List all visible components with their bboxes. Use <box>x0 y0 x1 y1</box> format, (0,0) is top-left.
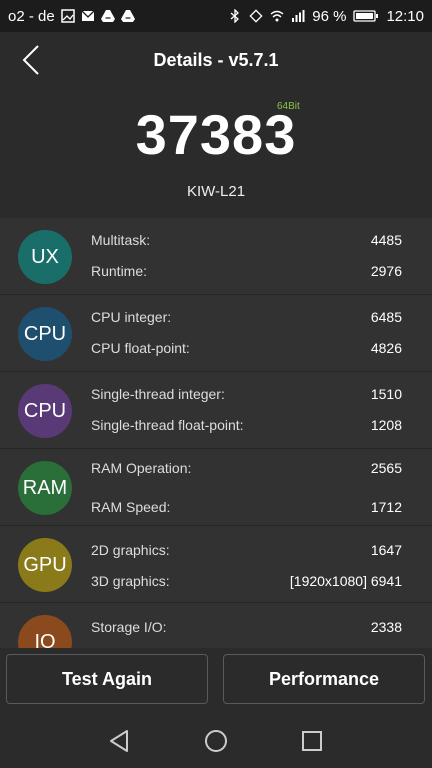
carrier-label: o2 - de <box>8 7 55 25</box>
ux-badge-icon: UX <box>18 230 72 284</box>
metric-value: 1712 <box>370 499 402 515</box>
metric-value: 2565 <box>370 460 402 476</box>
recents-nav-icon[interactable] <box>299 728 325 754</box>
category-row-io[interactable]: IO Storage I/O: 2338 <box>0 603 432 648</box>
metric-label: RAM Speed: <box>91 499 171 515</box>
cpu-single-badge-icon: CPU <box>18 384 72 438</box>
bluetooth-icon <box>230 9 240 23</box>
metric-label: RAM Operation: <box>91 460 192 476</box>
image-icon <box>60 9 75 23</box>
metric-value: 2976 <box>370 263 402 279</box>
metric-value: 1510 <box>370 386 402 402</box>
io-badge-icon: IO <box>18 615 72 648</box>
bit-badge: 64Bit <box>277 101 300 112</box>
metric-label: Single-thread integer: <box>91 386 225 402</box>
rotate-icon <box>249 9 263 23</box>
home-nav-icon[interactable] <box>203 728 229 754</box>
metric-label: Single-thread float-point: <box>91 417 244 433</box>
metric-label: 3D graphics: <box>91 573 170 589</box>
signal-icon <box>292 10 305 22</box>
metric-label: Storage I/O: <box>91 619 167 635</box>
score-panel: 37383 64Bit KIW-L21 <box>0 88 432 218</box>
header: Details - v5.7.1 <box>0 32 432 88</box>
metric-value: [1920x1080] 6941 <box>289 573 402 589</box>
drive-icon <box>100 10 115 22</box>
metric-label: CPU integer: <box>91 309 172 325</box>
battery-percent: 96 % <box>312 7 347 25</box>
performance-button[interactable]: Performance <box>223 654 425 704</box>
status-bar: o2 - de 96 % 12:10 <box>0 0 432 32</box>
total-score: 37383 <box>135 103 297 166</box>
metric-label: 2D graphics: <box>91 542 170 558</box>
category-row-ram[interactable]: RAM RAM Operation: 2565 RAM Speed: 1712 <box>0 449 432 527</box>
back-nav-icon[interactable] <box>107 728 133 754</box>
page-title: Details - v5.7.1 <box>153 50 279 70</box>
clock: 12:10 <box>386 7 424 25</box>
results-list[interactable]: UX Multitask: 4485 Runtime: 2976 CPU CPU… <box>0 218 432 648</box>
metric-value: 2338 <box>370 619 402 635</box>
wifi-icon <box>270 10 284 22</box>
metric-label: Runtime: <box>91 263 148 279</box>
category-row-ux[interactable]: UX Multitask: 4485 Runtime: 2976 <box>0 218 432 296</box>
drive-icon <box>120 10 135 22</box>
metric-value: 6485 <box>370 309 402 325</box>
metric-value: 1647 <box>370 542 402 558</box>
metric-value: 4826 <box>370 340 402 356</box>
mail-icon <box>81 10 95 21</box>
metric-value: 1208 <box>370 417 402 433</box>
gpu-badge-icon: GPU <box>18 538 72 592</box>
battery-icon <box>353 10 379 22</box>
navigation-bar <box>0 712 432 768</box>
metric-label: CPU float-point: <box>91 340 190 356</box>
metric-value: 4485 <box>370 232 402 248</box>
ram-badge-icon: RAM <box>18 461 72 515</box>
category-row-cpu[interactable]: CPU CPU integer: 6485 CPU float-point: 4… <box>0 295 432 373</box>
device-model: KIW-L21 <box>186 183 246 200</box>
action-bar: Test Again Performance <box>0 648 432 712</box>
category-row-gpu[interactable]: GPU 2D graphics: 1647 3D graphics: [1920… <box>0 526 432 604</box>
test-again-button[interactable]: Test Again <box>6 654 208 704</box>
metric-label: Multitask: <box>91 232 151 248</box>
cpu-badge-icon: CPU <box>18 307 72 361</box>
category-row-single-thread[interactable]: CPU Single-thread integer: 1510 Single-t… <box>0 372 432 450</box>
